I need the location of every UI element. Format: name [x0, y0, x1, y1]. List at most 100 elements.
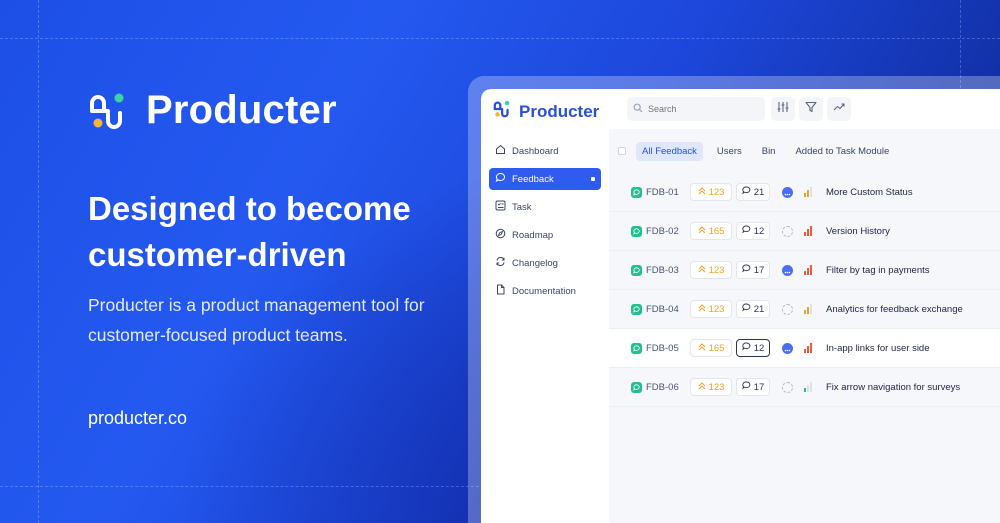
feedback-id: FDB-05 — [631, 342, 679, 354]
sliders-button[interactable] — [771, 97, 795, 121]
feedback-title[interactable]: Fix arrow navigation for surveys — [826, 382, 960, 393]
feedback-title[interactable]: Version History — [826, 226, 890, 237]
feedback-id: FDB-06 — [631, 381, 679, 393]
feedback-title[interactable]: Filter by tag in payments — [826, 265, 930, 276]
tab-bin[interactable]: Bin — [756, 142, 782, 161]
comment-icon — [741, 264, 751, 276]
tab-all-feedback[interactable]: All Feedback — [636, 141, 703, 161]
table-row[interactable]: FDB-05 165 12 In-app links for user side — [609, 329, 1000, 368]
feedback-title[interactable]: More Custom Status — [826, 187, 913, 198]
status-in-progress-icon[interactable] — [782, 186, 793, 198]
hero-brand-name: Producter — [146, 88, 337, 132]
app-brand[interactable]: Producter — [493, 99, 599, 124]
feedback-id: FDB-02 — [631, 225, 679, 237]
status-open-icon[interactable] — [782, 303, 793, 315]
feedback-id: FDB-04 — [631, 303, 679, 315]
sidebar-item-feedback[interactable]: Feedback — [489, 168, 601, 190]
tab-added-to-task-module[interactable]: Added to Task Module — [789, 142, 895, 161]
sidebar-item-label: Dashboard — [512, 145, 559, 157]
sliders-icon — [777, 100, 789, 118]
feedback-id-text: FDB-06 — [646, 381, 679, 393]
sidebar-item-roadmap[interactable]: Roadmap — [489, 224, 601, 246]
feedback-source-icon — [631, 303, 642, 315]
status-in-progress-icon[interactable] — [782, 342, 793, 354]
app-window: Producter Dashboard — [481, 89, 1000, 523]
comment-count-button[interactable]: 12 — [736, 222, 770, 240]
vote-count: 165 — [708, 342, 725, 354]
table-row[interactable]: FDB-02 165 12 Version History — [609, 212, 1000, 251]
filter-button[interactable] — [799, 97, 823, 121]
comment-count-button[interactable]: 12 — [736, 339, 770, 357]
producter-logo-icon — [88, 89, 132, 133]
double-chevron-up-icon — [698, 342, 706, 354]
task-icon — [495, 200, 506, 214]
status-open-icon[interactable] — [782, 225, 793, 237]
comment-count-button[interactable]: 21 — [736, 183, 770, 201]
feedback-title[interactable]: In-app links for user side — [826, 343, 930, 354]
vote-count-button[interactable]: 123 — [690, 261, 732, 279]
priority-low-icon[interactable] — [804, 382, 814, 392]
feedback-id: FDB-03 — [631, 264, 679, 276]
select-all-checkbox[interactable] — [618, 147, 626, 155]
status-in-progress-icon[interactable] — [782, 264, 793, 276]
sidebar-item-dashboard[interactable]: Dashboard — [489, 140, 601, 162]
comment-count: 21 — [753, 186, 765, 198]
table-row[interactable]: FDB-04 123 21 Analytics for feedback exc… — [609, 290, 1000, 329]
sidebar: Dashboard Feedback Task Roadmap Changelo… — [481, 129, 609, 523]
website-link[interactable]: producter.co — [88, 408, 187, 429]
comment-icon — [741, 186, 751, 198]
comment-count-button[interactable]: 21 — [736, 300, 770, 318]
vote-count: 123 — [708, 264, 725, 276]
double-chevron-up-icon — [698, 303, 706, 315]
trend-button[interactable] — [827, 97, 851, 121]
comment-icon — [741, 303, 751, 315]
priority-high-icon[interactable] — [804, 265, 814, 275]
feedback-id-text: FDB-05 — [646, 342, 679, 354]
feedback-id-text: FDB-02 — [646, 225, 679, 237]
search-box[interactable] — [627, 97, 765, 121]
producter-logo-icon — [493, 99, 513, 124]
priority-high-icon[interactable] — [804, 343, 814, 353]
vote-count-button[interactable]: 165 — [690, 339, 732, 357]
sidebar-item-task[interactable]: Task — [489, 196, 601, 218]
search-input[interactable] — [648, 104, 758, 114]
sidebar-item-label: Task — [512, 201, 532, 213]
sidebar-item-changelog[interactable]: Changelog — [489, 252, 601, 274]
priority-high-icon[interactable] — [804, 226, 814, 236]
table-row[interactable]: FDB-01 123 21 More Custom Status — [609, 173, 1000, 212]
double-chevron-up-icon — [698, 381, 706, 393]
vote-count-button[interactable]: 123 — [690, 378, 732, 396]
vote-count: 165 — [708, 225, 725, 237]
priority-medium-icon[interactable] — [804, 187, 814, 197]
feedback-id-text: FDB-01 — [646, 186, 679, 198]
comment-count-button[interactable]: 17 — [736, 261, 770, 279]
sidebar-item-documentation[interactable]: Documentation — [489, 280, 601, 302]
feedback-source-icon — [631, 381, 642, 393]
comment-count: 12 — [753, 342, 765, 354]
vote-count-button[interactable]: 123 — [690, 183, 732, 201]
compass-icon — [495, 228, 506, 242]
vote-count-button[interactable]: 165 — [690, 222, 732, 240]
refresh-icon — [495, 256, 506, 270]
trend-icon — [833, 100, 845, 118]
feedback-content: All Feedback Users Bin Added to Task Mod… — [609, 129, 1000, 523]
double-chevron-up-icon — [698, 186, 706, 198]
status-open-icon[interactable] — [782, 381, 793, 393]
comment-icon — [741, 342, 751, 354]
hero-subtext: Producter is a product management tool f… — [88, 295, 425, 345]
feedback-id-text: FDB-03 — [646, 264, 679, 276]
comment-icon — [741, 381, 751, 393]
hero-brand: Producter — [88, 88, 337, 133]
vote-count: 123 — [708, 381, 725, 393]
table-row[interactable]: FDB-03 123 17 Filter by tag in payments — [609, 251, 1000, 290]
sidebar-item-label: Roadmap — [512, 229, 554, 241]
comment-count-button[interactable]: 17 — [736, 378, 770, 396]
feedback-title[interactable]: Analytics for feedback exchange — [826, 304, 963, 315]
comment-count: 17 — [753, 381, 765, 393]
vote-count-button[interactable]: 123 — [690, 300, 732, 318]
search-icon — [633, 100, 643, 118]
tab-users[interactable]: Users — [711, 142, 748, 161]
guide-line-top — [0, 38, 1000, 39]
table-row[interactable]: FDB-06 123 17 Fix arrow navigation for s… — [609, 368, 1000, 407]
priority-medium-icon[interactable] — [804, 304, 814, 314]
